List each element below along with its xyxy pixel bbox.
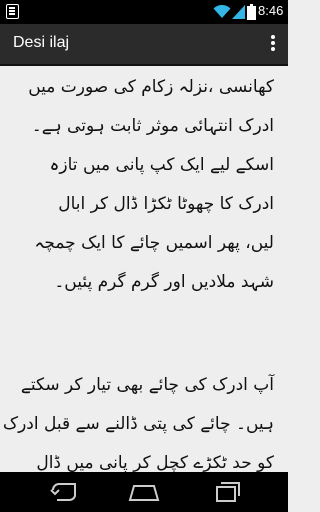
status-bar: 8:46 (0, 0, 288, 24)
text-line: کو حد ٹکڑے کچل کر پانی میں ڈال (36, 453, 274, 472)
text-line: لیں، پھر اسمیں چائے کا ایک چمچہ (34, 233, 274, 253)
text-line: ادرک انتہائی موثر ثابت ہوتی ہے۔ (31, 116, 274, 136)
text-line: آپ ادرک کی چائے بھی تیار کر سکتے (20, 375, 274, 395)
home-icon[interactable] (124, 480, 164, 504)
battery-icon (247, 4, 256, 20)
recent-apps-icon[interactable] (207, 480, 247, 504)
article-content[interactable]: کھانسی ،نزلہ زکام کی صورت میں ادرک انتہا… (0, 66, 288, 472)
text-line: ہیں۔ چائے کی پتی ڈالنے سے قبل ادرک (2, 414, 274, 434)
overflow-menu-icon[interactable] (266, 33, 280, 55)
navigation-bar (0, 472, 288, 512)
action-bar: Desi ilaj (0, 24, 288, 66)
text-line: شہد ملادیں اور گرم گرم پئیں۔ (54, 272, 274, 292)
clock: 8:46 (258, 3, 284, 18)
back-icon[interactable] (45, 480, 85, 504)
paragraph-remedy-1: کھانسی ،نزلہ زکام کی صورت میں ادرک انتہا… (0, 68, 288, 302)
signal-icon (232, 5, 245, 19)
text-line: کھانسی ،نزلہ زکام کی صورت میں (28, 77, 274, 97)
text-line: اسکے لیے ایک کپ پانی میں تازہ (49, 155, 274, 175)
wifi-icon (213, 5, 231, 18)
text-line: ادرک کا چھوٹا ٹکڑا ڈال کر ابال (58, 194, 274, 214)
paragraph-remedy-2: آپ ادرک کی چائے بھی تیار کر سکتے ہیں۔ چا… (0, 366, 288, 472)
app-notification-icon (6, 4, 19, 19)
app-title: Desi ilaj (13, 34, 70, 51)
